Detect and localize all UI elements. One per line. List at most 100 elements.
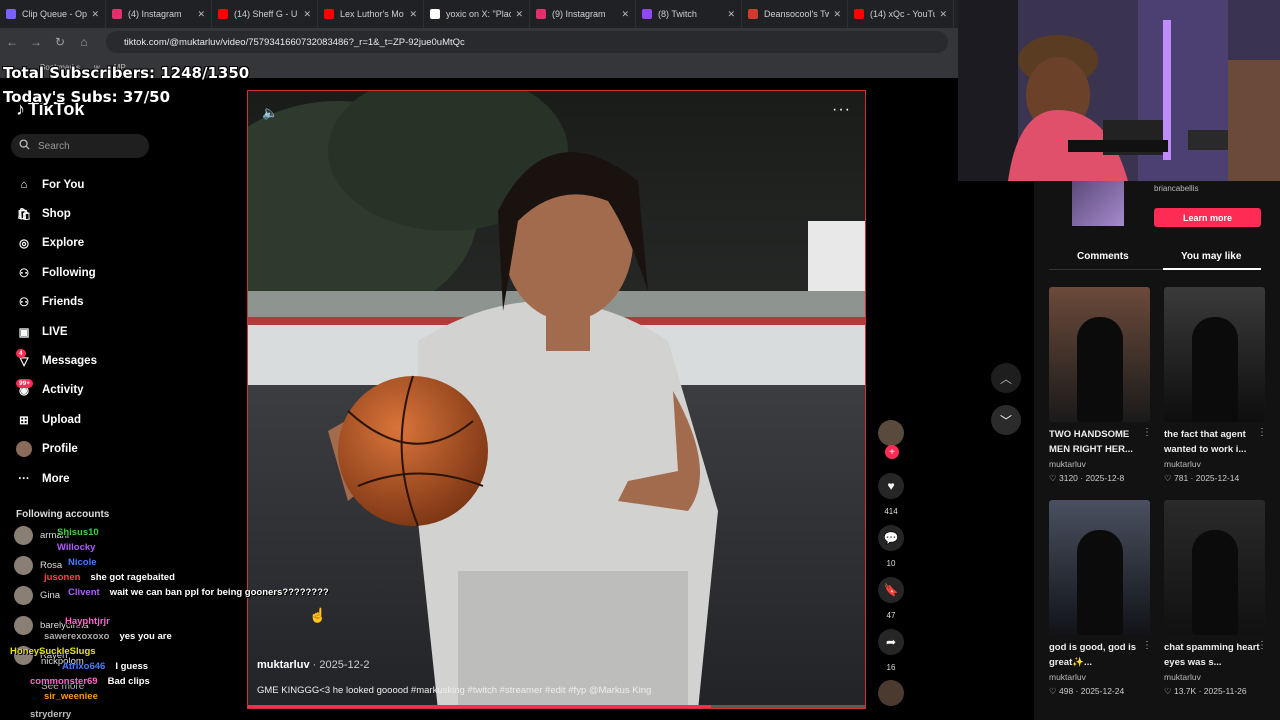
following-icon: ⚇ [18, 267, 30, 280]
search-icon [19, 139, 30, 153]
ad-account[interactable]: briancabellis [1154, 184, 1198, 193]
close-icon[interactable]: ✕ [833, 9, 841, 20]
chat-username[interactable]: stryderry [30, 709, 71, 720]
browser-tab[interactable]: Clip Queue - Op ✕ [0, 0, 106, 28]
video-author[interactable]: muktarluv [1164, 459, 1201, 469]
browser-tab[interactable]: (14) Sheff G - U ✕ [212, 0, 318, 28]
back-icon[interactable]: ← [0, 35, 24, 49]
sidebar-item-messages[interactable]: ▽ Messages 4 [16, 346, 97, 375]
sidebar-item-upload[interactable]: ⊞ Upload [16, 405, 97, 434]
browser-tab[interactable]: Lex Luthor's Mo ✕ [318, 0, 424, 28]
save-button[interactable]: 🔖 [878, 577, 904, 603]
chat-message: HoneySuckleSlugs [10, 646, 96, 657]
following-accounts-label: Following accounts [16, 509, 110, 520]
card-menu-icon[interactable]: ⋮ [1257, 427, 1267, 438]
next-video-button[interactable]: ﹀ [991, 405, 1021, 435]
video-date: 2025-11-26 [1203, 686, 1247, 696]
search-input[interactable]: Search [11, 134, 149, 158]
browser-tab[interactable]: (8) Twitch ✕ [636, 0, 742, 28]
close-icon[interactable]: ✕ [727, 9, 735, 20]
chat-username[interactable]: sawerexoxoxo [44, 631, 109, 642]
comment-button[interactable]: 💬 [878, 525, 904, 551]
sidebar-item-profile[interactable]: Profile [16, 435, 97, 464]
video-thumbnail[interactable] [1049, 500, 1150, 635]
browser-tab[interactable]: (4) Instagram ✕ [106, 0, 212, 28]
video-title[interactable]: TWO HANDSOME MEN RIGHT HER... [1049, 427, 1147, 457]
video-date: 2025-12-14 [1195, 473, 1240, 483]
chat-username[interactable]: sir_weeniee [44, 691, 98, 702]
sidebar-item-friends[interactable]: ⚇ Friends [16, 288, 97, 317]
video-player[interactable]: 🔈 ··· muktarluv · 2025-12-2 GME KINGGG<3… [247, 90, 866, 709]
url-input[interactable]: tiktok.com/@muktarluv/video/757934166073… [106, 31, 948, 53]
chat-username[interactable]: Willocky [57, 542, 95, 553]
follow-plus-icon[interactable]: + [885, 445, 899, 459]
reload-icon[interactable]: ↻ [48, 35, 72, 49]
author-name[interactable]: muktarluv [257, 659, 310, 671]
sidebar-item-label: Shop [42, 208, 71, 221]
sound-disc[interactable] [878, 680, 904, 706]
chat-username[interactable]: Hayphtjrjr [65, 616, 110, 627]
browser-tab[interactable]: (9) Instagram ✕ [530, 0, 636, 28]
card-menu-icon[interactable]: ⋮ [1142, 640, 1152, 651]
video-date: 2025-12-8 [1085, 473, 1125, 483]
previous-video-button[interactable]: ︿ [991, 363, 1021, 393]
close-icon[interactable]: ✕ [303, 9, 311, 20]
video-stats: ♡ 3120 · 2025-12-8 [1049, 473, 1124, 484]
close-icon[interactable]: ✕ [621, 9, 629, 20]
share-icon: ➦ [885, 635, 897, 649]
heart-icon: ♡ [1049, 473, 1059, 483]
following-account[interactable]: Gina [14, 586, 60, 605]
sidebar-item-explore[interactable]: ◎ Explore [16, 229, 97, 258]
chat-username[interactable]: Clivent [68, 587, 100, 598]
card-menu-icon[interactable]: ⋮ [1257, 640, 1267, 651]
tab-favicon-icon [430, 9, 440, 19]
forward-icon[interactable]: → [24, 35, 48, 49]
video-author[interactable]: muktarluv · 2025-12-2 [257, 659, 370, 671]
chat-username[interactable]: Nicole [68, 557, 97, 568]
home-icon[interactable]: ⌂ [72, 35, 96, 49]
volume-icon[interactable]: 🔈 [262, 105, 278, 121]
close-icon[interactable]: ✕ [515, 9, 523, 20]
video-author[interactable]: muktarluv [1049, 672, 1086, 682]
learn-more-button[interactable]: Learn more [1154, 208, 1261, 227]
sidebar-item-more[interactable]: ··· More [16, 464, 97, 493]
close-icon[interactable]: ✕ [197, 9, 205, 20]
video-thumbnail[interactable] [1164, 500, 1265, 635]
like-count: 498 [1058, 686, 1074, 696]
tab-comments[interactable]: Comments [1077, 251, 1129, 262]
close-icon[interactable]: ✕ [939, 9, 947, 20]
share-button[interactable]: ➦ [878, 629, 904, 655]
sidebar-item-shop[interactable]: 🛍 Shop [16, 199, 97, 228]
chat-username[interactable]: Shisus10 [57, 527, 99, 538]
video-author[interactable]: muktarluv [1164, 672, 1201, 682]
chat-username[interactable]: commonster69 [30, 676, 98, 687]
like-button[interactable]: ♥ [878, 473, 904, 499]
video-title[interactable]: god is good, god is great✨... [1049, 640, 1147, 670]
close-icon[interactable]: ✕ [409, 9, 417, 20]
browser-tab[interactable]: Deansocool's Tw ✕ [742, 0, 848, 28]
more-options-icon[interactable]: ··· [832, 101, 851, 119]
tab-you-may-like[interactable]: You may like [1181, 251, 1241, 262]
video-progress-bar[interactable] [248, 705, 865, 708]
sidebar-item-live[interactable]: ▣ LIVE [16, 317, 97, 346]
sidebar-item-following[interactable]: ⚇ Following [16, 258, 97, 287]
sidebar-item-label: Friends [42, 296, 84, 309]
video-title[interactable]: the fact that agent wanted to work i... [1164, 427, 1262, 457]
chat-username[interactable]: HoneySuckleSlugs [10, 646, 96, 657]
browser-tab[interactable]: yoxic on X: "Plac ✕ [424, 0, 530, 28]
card-menu-icon[interactable]: ⋮ [1142, 427, 1152, 438]
chat-username[interactable]: jusonen [44, 572, 80, 583]
browser-tab[interactable]: (14) xQc - YouTu ✕ [848, 0, 954, 28]
chat-username[interactable]: Atrixo646 [62, 661, 105, 672]
sidebar-item-label: Upload [42, 413, 81, 426]
ad-thumbnail[interactable] [1072, 181, 1124, 226]
video-thumbnail[interactable] [1049, 287, 1150, 422]
video-title[interactable]: chat spamming heart eyes was s... [1164, 640, 1262, 670]
video-author[interactable]: muktarluv [1049, 459, 1086, 469]
sidebar-item-for-you[interactable]: ⌂ For You [16, 170, 97, 199]
sidebar-item-activity[interactable]: ◉ Activity 99+ [16, 376, 97, 405]
close-icon[interactable]: ✕ [91, 9, 99, 20]
author-avatar[interactable] [878, 420, 904, 446]
video-thumbnail[interactable] [1164, 287, 1265, 422]
chat-message: Clivent wait we can ban ppl for being goo… [68, 587, 329, 598]
